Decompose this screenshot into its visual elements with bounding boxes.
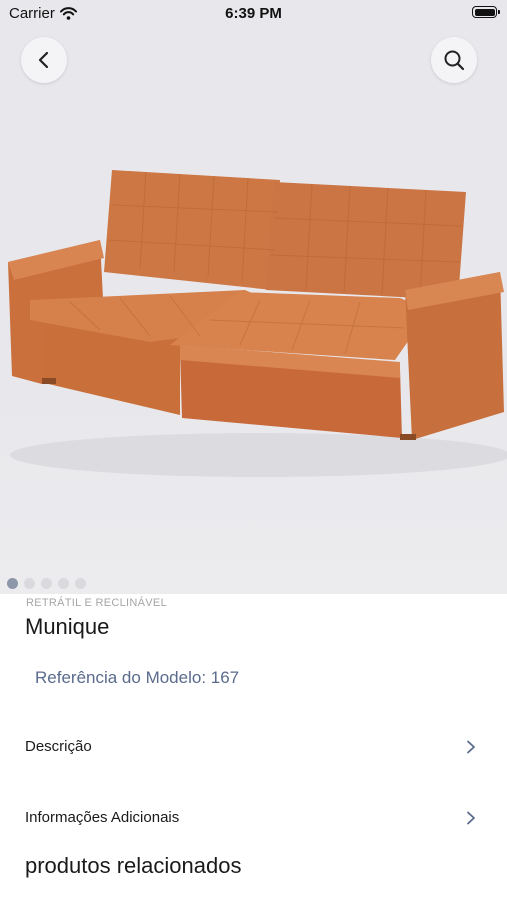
product-title: Munique (25, 614, 110, 639)
additional-info-row[interactable]: Informações Adicionais (0, 798, 507, 838)
back-button[interactable] (21, 37, 67, 83)
page-dot[interactable] (7, 578, 18, 589)
additional-info-label: Informações Adicionais (25, 809, 180, 826)
chevron-right-icon (467, 740, 475, 754)
gallery-page-indicator[interactable] (7, 578, 86, 589)
status-bar: Carrier 6:39 PM (0, 0, 507, 28)
product-image-gallery[interactable] (0, 0, 507, 594)
related-products-heading: produtos relacionados (25, 853, 242, 878)
sofa-image (8, 170, 507, 477)
chevron-right-icon (467, 811, 475, 825)
model-reference: Referência do Modelo: 167 (35, 668, 240, 687)
search-button[interactable] (431, 37, 477, 83)
battery-icon (472, 6, 500, 18)
product-category: RETRÁTIL E RECLINÁVEL (26, 597, 167, 609)
page-dot[interactable] (24, 578, 35, 589)
page-dot[interactable] (75, 578, 86, 589)
back-icon (38, 51, 49, 69)
page-dot[interactable] (58, 578, 69, 589)
description-row[interactable]: Descrição (0, 727, 507, 767)
page-dot[interactable] (41, 578, 52, 589)
status-time: 6:39 PM (225, 5, 282, 22)
description-label: Descrição (25, 738, 92, 755)
search-icon (444, 50, 465, 71)
